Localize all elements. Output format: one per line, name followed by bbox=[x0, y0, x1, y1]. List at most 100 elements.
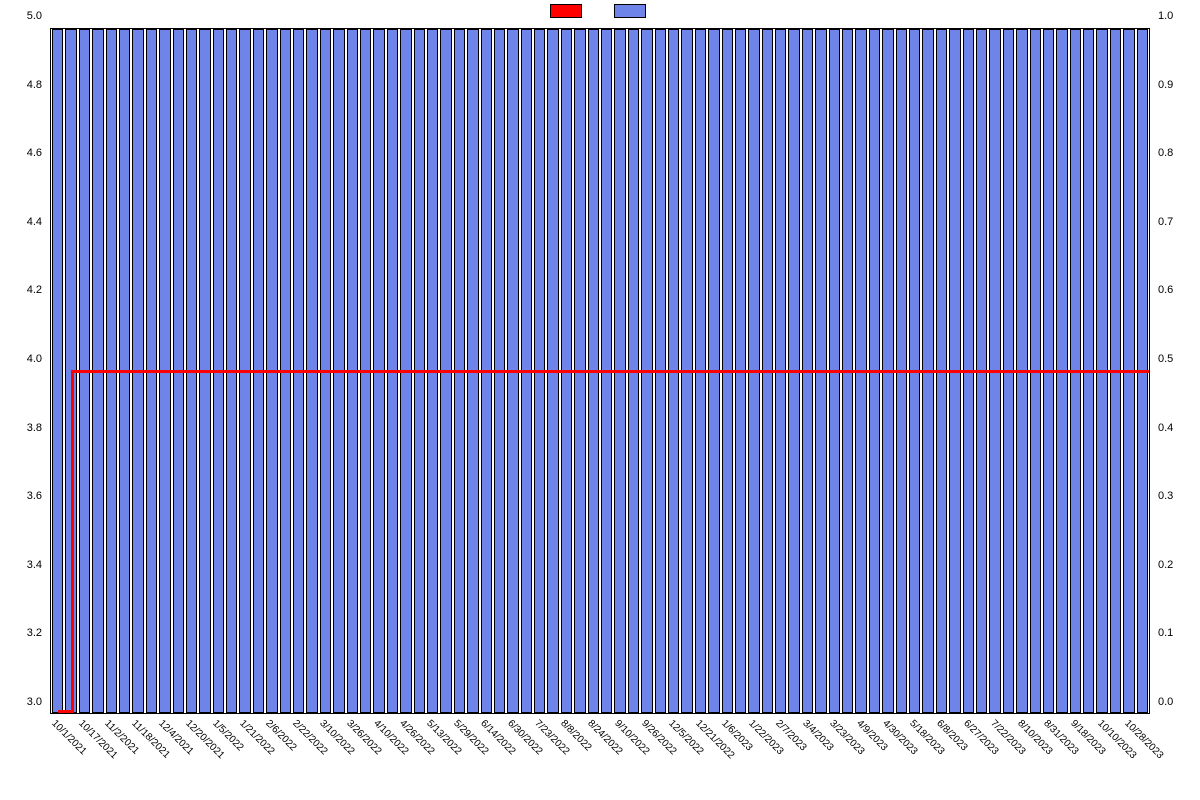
y-right-tick: 0.4 bbox=[1154, 422, 1200, 434]
x-tick: 6/8/2023 bbox=[934, 718, 969, 753]
x-tick: 9/26/2022 bbox=[639, 718, 678, 757]
bar bbox=[159, 29, 170, 713]
x-tick: 12/4/2021 bbox=[156, 718, 195, 757]
bar bbox=[695, 29, 706, 713]
x-tick: 8/24/2022 bbox=[586, 718, 625, 757]
bar bbox=[547, 29, 558, 713]
y-right-tick: 0.6 bbox=[1154, 284, 1200, 296]
bar bbox=[561, 29, 572, 713]
x-tick: 5/29/2022 bbox=[451, 718, 490, 757]
bar bbox=[601, 29, 612, 713]
bar bbox=[1030, 29, 1041, 713]
bar bbox=[106, 29, 117, 713]
x-tick: 6/30/2022 bbox=[505, 718, 544, 757]
x-tick: 7/22/2023 bbox=[988, 718, 1027, 757]
x-axis: 10/1/202110/17/202111/2/202111/18/202112… bbox=[50, 716, 1150, 800]
bar bbox=[186, 29, 197, 713]
bar bbox=[132, 29, 143, 713]
bar bbox=[1110, 29, 1121, 713]
bar bbox=[373, 29, 384, 713]
bar bbox=[748, 29, 759, 713]
x-tick: 3/23/2023 bbox=[827, 718, 866, 757]
bar bbox=[855, 29, 866, 713]
bar bbox=[681, 29, 692, 713]
x-tick: 11/18/2021 bbox=[129, 718, 172, 761]
y-right-tick: 0.7 bbox=[1154, 216, 1200, 228]
bar bbox=[708, 29, 719, 713]
bar bbox=[762, 29, 773, 713]
bars-group bbox=[51, 29, 1149, 713]
bar bbox=[922, 29, 933, 713]
plot-area bbox=[50, 28, 1150, 714]
legend-swatch-blue bbox=[614, 4, 646, 18]
x-tick: 10/28/2023 bbox=[1122, 718, 1165, 761]
y-right-tick: 0.0 bbox=[1154, 696, 1200, 708]
bar bbox=[949, 29, 960, 713]
y-right-tick: 0.1 bbox=[1154, 627, 1200, 639]
bar bbox=[655, 29, 666, 713]
y-right-tick: 0.5 bbox=[1154, 353, 1200, 365]
y-right-tick: 0.3 bbox=[1154, 490, 1200, 502]
bar bbox=[963, 29, 974, 713]
bar bbox=[52, 29, 63, 713]
bar bbox=[454, 29, 465, 713]
bar bbox=[842, 29, 853, 713]
x-tick: 8/31/2023 bbox=[1042, 718, 1081, 757]
x-tick: 2/7/2023 bbox=[773, 718, 808, 753]
y-left-tick: 4.0 bbox=[0, 353, 46, 365]
bar bbox=[641, 29, 652, 713]
x-tick: 1/6/2023 bbox=[720, 718, 755, 753]
bar bbox=[280, 29, 291, 713]
x-tick: 9/10/2022 bbox=[612, 718, 651, 757]
bar bbox=[788, 29, 799, 713]
bar bbox=[320, 29, 331, 713]
bar bbox=[1083, 29, 1094, 713]
bar bbox=[588, 29, 599, 713]
x-tick: 1/21/2022 bbox=[237, 718, 276, 757]
bar bbox=[976, 29, 987, 713]
bar bbox=[628, 29, 639, 713]
x-tick: 4/26/2022 bbox=[398, 718, 437, 757]
bar bbox=[722, 29, 733, 713]
bar bbox=[1070, 29, 1081, 713]
x-tick: 10/10/2023 bbox=[1095, 718, 1138, 761]
x-tick: 1/5/2022 bbox=[210, 718, 245, 753]
y-right-tick: 0.2 bbox=[1154, 559, 1200, 571]
bar bbox=[467, 29, 478, 713]
x-tick: 10/17/2021 bbox=[76, 718, 119, 761]
bar bbox=[574, 29, 585, 713]
bar bbox=[1043, 29, 1054, 713]
y-left-tick: 4.4 bbox=[0, 216, 46, 228]
y-left-tick: 3.0 bbox=[0, 696, 46, 708]
x-tick: 9/18/2023 bbox=[1068, 718, 1107, 757]
bar bbox=[481, 29, 492, 713]
bar bbox=[360, 29, 371, 713]
x-tick: 6/14/2022 bbox=[478, 718, 517, 757]
bar bbox=[1016, 29, 1027, 713]
x-tick: 1/22/2023 bbox=[746, 718, 785, 757]
bar bbox=[414, 29, 425, 713]
bar bbox=[802, 29, 813, 713]
bar bbox=[253, 29, 264, 713]
y-axis-right: 0.00.10.20.30.40.50.60.70.80.91.0 bbox=[1154, 28, 1200, 714]
x-tick: 2/6/2022 bbox=[264, 718, 299, 753]
bar bbox=[507, 29, 518, 713]
bar bbox=[735, 29, 746, 713]
x-tick: 12/21/2022 bbox=[693, 718, 736, 761]
bar bbox=[146, 29, 157, 713]
legend bbox=[0, 4, 1200, 18]
y-right-tick: 0.9 bbox=[1154, 79, 1200, 91]
y-left-tick: 3.2 bbox=[0, 627, 46, 639]
bar bbox=[199, 29, 210, 713]
y-left-tick: 3.6 bbox=[0, 490, 46, 502]
bar bbox=[494, 29, 505, 713]
x-tick: 7/23/2022 bbox=[532, 718, 571, 757]
bar bbox=[896, 29, 907, 713]
y-left-tick: 4.8 bbox=[0, 79, 46, 91]
bar bbox=[440, 29, 451, 713]
bar bbox=[293, 29, 304, 713]
bar bbox=[815, 29, 826, 713]
y-left-tick: 3.4 bbox=[0, 559, 46, 571]
y-right-tick: 0.8 bbox=[1154, 147, 1200, 159]
x-tick: 3/26/2022 bbox=[344, 718, 383, 757]
